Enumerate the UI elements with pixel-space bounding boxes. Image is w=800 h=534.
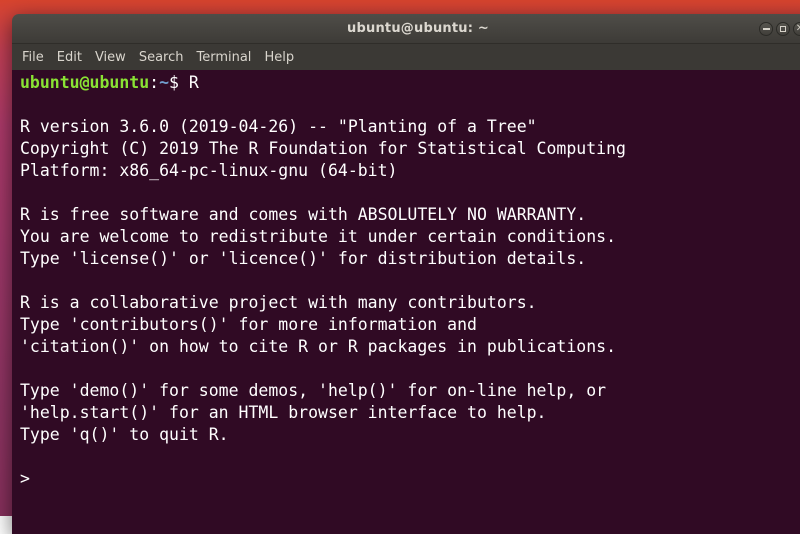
terminal-text-segment: :	[149, 73, 159, 92]
terminal-line: Platform: x86_64-pc-linux-gnu (64-bit)	[20, 160, 800, 182]
terminal-line: Type 'demo()' for some demos, 'help()' f…	[20, 380, 800, 402]
terminal-text-segment: Copyright (C) 2019 The R Foundation for …	[20, 139, 626, 158]
terminal-window: ubuntu@ubuntu: ~ ✕ FileEditViewSearchTer…	[12, 14, 800, 534]
window-titlebar[interactable]: ubuntu@ubuntu: ~ ✕	[12, 14, 800, 44]
minimize-icon	[763, 28, 770, 30]
terminal-line: R is free software and comes with ABSOLU…	[20, 204, 800, 226]
menu-item-edit[interactable]: Edit	[51, 47, 88, 68]
terminal-line: R version 3.6.0 (2019-04-26) -- "Plantin…	[20, 116, 800, 138]
window-controls: ✕	[12, 14, 800, 43]
menu-item-search[interactable]: Search	[133, 47, 190, 68]
menu-item-help[interactable]: Help	[258, 47, 300, 68]
close-button[interactable]: ✕	[793, 22, 800, 36]
terminal-text-segment: Type 'demo()' for some demos, 'help()' f…	[20, 381, 606, 400]
terminal-text-segment: ~	[159, 73, 169, 92]
terminal-line: ubuntu@ubuntu:~$ R	[20, 72, 800, 94]
menu-item-terminal[interactable]: Terminal	[190, 47, 257, 68]
terminal-text-segment: 'citation()' on how to cite R or R packa…	[20, 337, 616, 356]
close-icon: ✕	[796, 24, 800, 34]
terminal-text-segment: Type 'q()' to quit R.	[20, 425, 229, 444]
terminal-line: >	[20, 468, 800, 490]
menu-item-file[interactable]: File	[16, 47, 50, 68]
terminal-text-segment: $ R	[169, 73, 199, 92]
terminal-text-segment: R is a collaborative project with many c…	[20, 293, 537, 312]
terminal-text-segment: Type 'license()' or 'licence()' for dist…	[20, 249, 586, 268]
terminal-line	[20, 182, 800, 204]
menu-item-view[interactable]: View	[89, 47, 132, 68]
terminal-text-segment: You are welcome to redistribute it under…	[20, 227, 616, 246]
terminal-screen[interactable]: ubuntu@ubuntu:~$ R R version 3.6.0 (2019-…	[12, 70, 800, 534]
terminal-text-segment: Platform: x86_64-pc-linux-gnu (64-bit)	[20, 161, 398, 180]
terminal-text-segment: 'help.start()' for an HTML browser inter…	[20, 403, 547, 422]
terminal-line	[20, 446, 800, 468]
terminal-line	[20, 358, 800, 380]
terminal-line	[20, 270, 800, 292]
terminal-line: Type 'contributors()' for more informati…	[20, 314, 800, 336]
menubar: FileEditViewSearchTerminalHelp	[12, 44, 800, 70]
terminal-text-segment: Type 'contributors()' for more informati…	[20, 315, 477, 334]
minimize-button[interactable]	[759, 22, 773, 36]
terminal-text-segment: ubuntu@ubuntu	[20, 73, 149, 92]
terminal-line: R is a collaborative project with many c…	[20, 292, 800, 314]
desktop-background: ubuntu@ubuntu: ~ ✕ FileEditViewSearchTer…	[0, 0, 800, 516]
terminal-text-segment: R is free software and comes with ABSOLU…	[20, 205, 586, 224]
terminal-text-segment: >	[20, 469, 40, 488]
maximize-button[interactable]	[776, 22, 790, 36]
maximize-icon	[780, 26, 786, 32]
terminal-line: Copyright (C) 2019 The R Foundation for …	[20, 138, 800, 160]
terminal-line: You are welcome to redistribute it under…	[20, 226, 800, 248]
terminal-line	[20, 94, 800, 116]
terminal-text-segment: R version 3.6.0 (2019-04-26) -- "Plantin…	[20, 117, 537, 136]
terminal-line: 'help.start()' for an HTML browser inter…	[20, 402, 800, 424]
terminal-line: Type 'q()' to quit R.	[20, 424, 800, 446]
terminal-line: Type 'license()' or 'licence()' for dist…	[20, 248, 800, 270]
terminal-line: 'citation()' on how to cite R or R packa…	[20, 336, 800, 358]
